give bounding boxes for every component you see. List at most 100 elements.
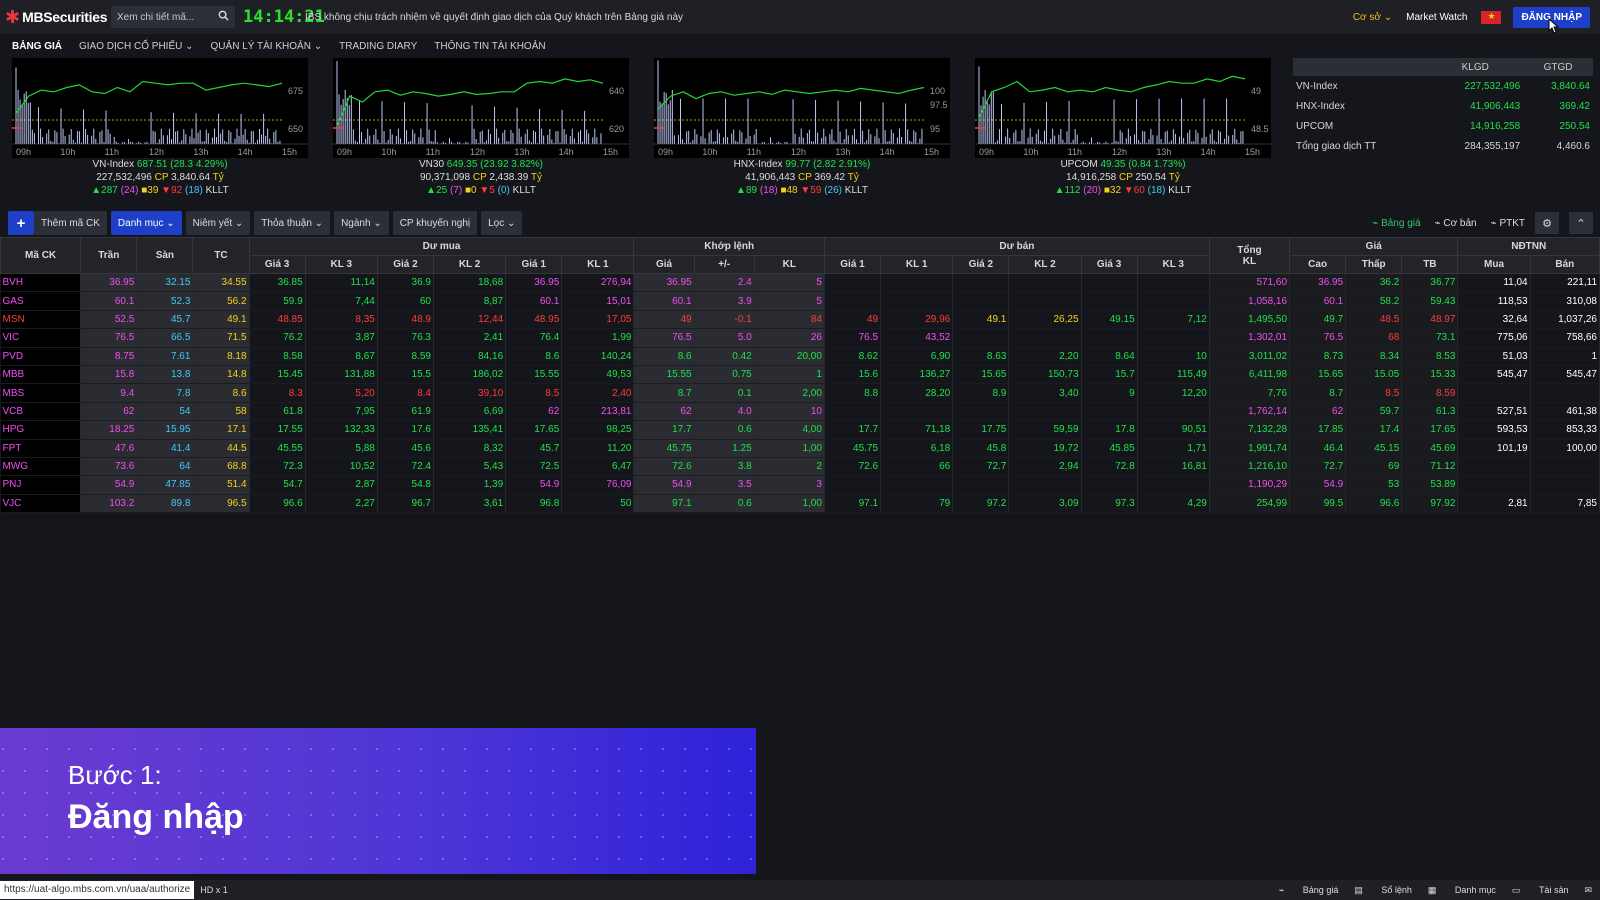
settings-gear-icon[interactable]: ⚙ [1535, 212, 1559, 234]
logo[interactable]: ✱ MBSecurities [5, 7, 108, 28]
price-cell: 0.6 [694, 420, 755, 440]
price-cell: 8.73 [1289, 347, 1347, 366]
market-select[interactable]: Cơ sở ⌄ [1353, 12, 1392, 23]
negotiated-dropdown[interactable]: Thỏa thuận ⌄ [254, 211, 331, 235]
table-row[interactable]: MWG 73.6 64 68.8 72.3 10,52 72.4 5,43 72.5 6,47 72… [0, 457, 1600, 477]
index-chart-upcom[interactable]: 09h 10h 11h 12h 13h 14h 15h 49 48.5 UPCOM 49.35 … [975, 58, 1271, 203]
price-cell: 49 [824, 310, 882, 330]
symbol-cell[interactable]: MWG [0, 457, 82, 477]
price-cell: 60.1 [80, 291, 138, 311]
price-cell: 49.1 [192, 310, 250, 330]
footer-bang-gia[interactable]: ⌁ Bảng giá [1279, 885, 1338, 896]
index-chart-vnindex[interactable]: 09h 10h 11h 12h 13h 14h 15h 675 650 VN-Index 687… [12, 58, 308, 203]
col-sub-header[interactable]: TB [1401, 255, 1459, 274]
col-sub-header[interactable]: Thấp [1345, 255, 1403, 274]
table-row[interactable]: VJC 103.2 89.8 96.5 96.6 2,27 96.7 3,61 96.8 50 97… [0, 494, 1600, 514]
index-chart-vn30[interactable]: 09h 10h 11h 12h 13h 14h 15h 640 620 VN30 649.35 … [333, 58, 629, 203]
menu-bang-gia[interactable]: BẢNG GIÁ [12, 41, 62, 52]
col-sub-header[interactable]: Giá [633, 255, 695, 274]
col-sub-header[interactable]: Giá 1 [823, 255, 882, 274]
price-cell: 12,44 [433, 310, 507, 330]
symbol-cell[interactable]: FPT [0, 439, 82, 458]
col-sub-header[interactable]: Giá 1 [505, 255, 563, 274]
symbol-cell[interactable]: MBB [0, 365, 82, 385]
col-tran[interactable]: Trần [80, 237, 138, 274]
table-row[interactable]: PVD 8.75 7.61 8.18 8.58 8,67 8.59 84,16 8.6 140,2… [0, 347, 1600, 366]
menu-giao-dich[interactable]: GIAO DỊCH CỔ PHIẾU ⌄ [79, 41, 194, 52]
footer-tai-san[interactable]: ▭ Tài sản [1512, 885, 1569, 896]
col-sub-header[interactable]: KL 2 [1008, 255, 1082, 274]
col-ma-ck[interactable]: Mã CK [0, 237, 82, 274]
col-sub-header[interactable]: +/- [693, 255, 755, 274]
view-ptkt[interactable]: ⌁ PTKT [1491, 218, 1525, 229]
table-row[interactable]: MSN 52.5 45.7 49.1 48.85 8,35 48.9 12,44 48.95 17… [0, 310, 1600, 330]
footer-so-lenh[interactable]: ▤ Sổ lệnh [1354, 885, 1412, 896]
col-sub-header[interactable]: KL 3 [304, 255, 378, 274]
table-row[interactable]: HPG 18.25 15.95 17.1 17.55 132,33 17.6 135,41 17… [0, 420, 1600, 440]
vietnam-flag-icon[interactable] [1481, 10, 1502, 24]
symbol-cell[interactable]: VJC [0, 494, 82, 514]
symbol-cell[interactable]: BVH [0, 273, 82, 293]
filter-dropdown[interactable]: Lọc ⌄ [481, 211, 523, 235]
col-tong-kl[interactable]: Tổng KL [1208, 237, 1291, 274]
price-cell: 15.33 [1401, 365, 1459, 385]
table-row[interactable]: GAS 60.1 52.3 56.2 59.9 7,44 60 8,87 60.1 15,01 60… [0, 291, 1600, 311]
symbol-cell[interactable]: HPG [0, 420, 82, 440]
symbol-cell[interactable]: PVD [0, 347, 82, 366]
search-icon[interactable] [218, 10, 229, 24]
table-row[interactable]: MBS 9.4 7.8 8.6 8.3 5,20 8.4 39,10 8.5 2,40 8.7 0.1… [0, 383, 1600, 403]
index-chart-canvas: 09h 10h 11h 12h 13h 14h 15h 100 97.5 95 [654, 58, 950, 158]
col-sub-header[interactable]: Giá 2 [952, 255, 1010, 274]
price-cell: 115,49 [1137, 365, 1210, 385]
table-row[interactable]: PNJ 54.9 47.85 51.4 54.7 2,87 54.8 1,39 54.9 76,0… [0, 475, 1600, 495]
col-sub-header[interactable]: Mua [1457, 255, 1531, 274]
price-cell: 4.0 [694, 402, 755, 422]
menu-quan-ly[interactable]: QUẢN LÝ TÀI KHOẢN ⌄ [211, 41, 323, 52]
index-chart-hnx[interactable]: 09h 10h 11h 12h 13h 14h 15h 100 97.5 95 HNX-Index… [654, 58, 950, 203]
recommended-button[interactable]: CP khuyến nghị [392, 211, 478, 235]
symbol-cell[interactable]: MSN [0, 310, 82, 330]
view-bang-gia[interactable]: ⌁ Bảng giá [1372, 218, 1420, 229]
symbol-cell[interactable]: MBS [0, 383, 82, 403]
table-row[interactable]: FPT 47.6 41.4 44.5 45.55 5,88 45.6 8,32 45.7 11,2… [0, 439, 1600, 458]
col-sub-header[interactable]: KL 3 [1136, 255, 1210, 274]
col-sub-header[interactable]: Giá 3 [1080, 255, 1138, 274]
table-row[interactable]: MBB 15.8 13.8 14.8 15.45 131,88 15.5 186,02 15.5… [0, 365, 1600, 385]
col-tc[interactable]: TC [192, 237, 250, 274]
view-co-ban[interactable]: ⌁ Cơ bản [1435, 218, 1477, 229]
add-symbol-button[interactable]: + [8, 211, 34, 235]
summary-row: HNX-Index 41,906,443 369.42 [1293, 96, 1593, 116]
symbol-cell[interactable]: VCB [0, 402, 82, 422]
watchlist-dropdown[interactable]: Danh mục ⌄ [110, 211, 182, 235]
search-input[interactable]: Xem chi tiết mã... [111, 6, 235, 28]
market-watch-link[interactable]: Market Watch [1406, 12, 1467, 23]
col-sub-header[interactable]: Bán [1529, 255, 1600, 274]
price-cell [824, 402, 882, 422]
table-row[interactable]: VIC 76.5 66.5 71.5 76.2 3,87 76.3 2,41 76.4 1,99 7… [0, 328, 1600, 348]
menu-trading-diary[interactable]: TRADING DIARY [339, 41, 417, 52]
price-cell: 59,59 [1008, 420, 1082, 440]
menu-thong-tin[interactable]: THÔNG TIN TÀI KHOẢN [434, 41, 545, 52]
col-sub-header[interactable]: KL 1 [880, 255, 954, 274]
sector-dropdown[interactable]: Ngành ⌄ [334, 211, 389, 235]
col-sub-header[interactable]: KL [753, 255, 825, 274]
col-san[interactable]: Sàn [136, 237, 194, 274]
index-chart-canvas: 09h 10h 11h 12h 13h 14h 15h 675 650 [12, 58, 308, 158]
col-sub-header[interactable]: Giá 2 [376, 255, 434, 274]
symbol-cell[interactable]: VIC [0, 328, 82, 348]
price-cell: 545,47 [1457, 365, 1531, 385]
collapse-chevron-up-icon[interactable]: ⌃ [1569, 212, 1593, 234]
table-row[interactable]: BVH 36.95 32.15 34.55 36.85 11,14 36.9 18,68 36.… [0, 273, 1600, 293]
footer-danh-muc[interactable]: ▦ Danh mục [1428, 885, 1496, 896]
col-sub-header[interactable]: KL 2 [432, 255, 507, 274]
add-symbol-input[interactable]: Thêm mã CK [34, 211, 107, 235]
symbol-cell[interactable]: PNJ [0, 475, 82, 495]
col-sub-header[interactable]: KL 1 [561, 255, 635, 274]
col-sub-header[interactable]: Cao [1289, 255, 1347, 274]
symbol-cell[interactable]: GAS [0, 291, 82, 311]
table-row[interactable]: VCB 62 54 58 61.8 7,95 61.9 6,69 62 213,81 62 4.0 10… [0, 402, 1600, 422]
listed-dropdown[interactable]: Niêm yết ⌄ [185, 211, 251, 235]
chat-icon[interactable]: ✉ [1584, 885, 1592, 896]
ceiling-count: (7) [449, 185, 463, 196]
col-sub-header[interactable]: Giá 3 [248, 255, 306, 274]
